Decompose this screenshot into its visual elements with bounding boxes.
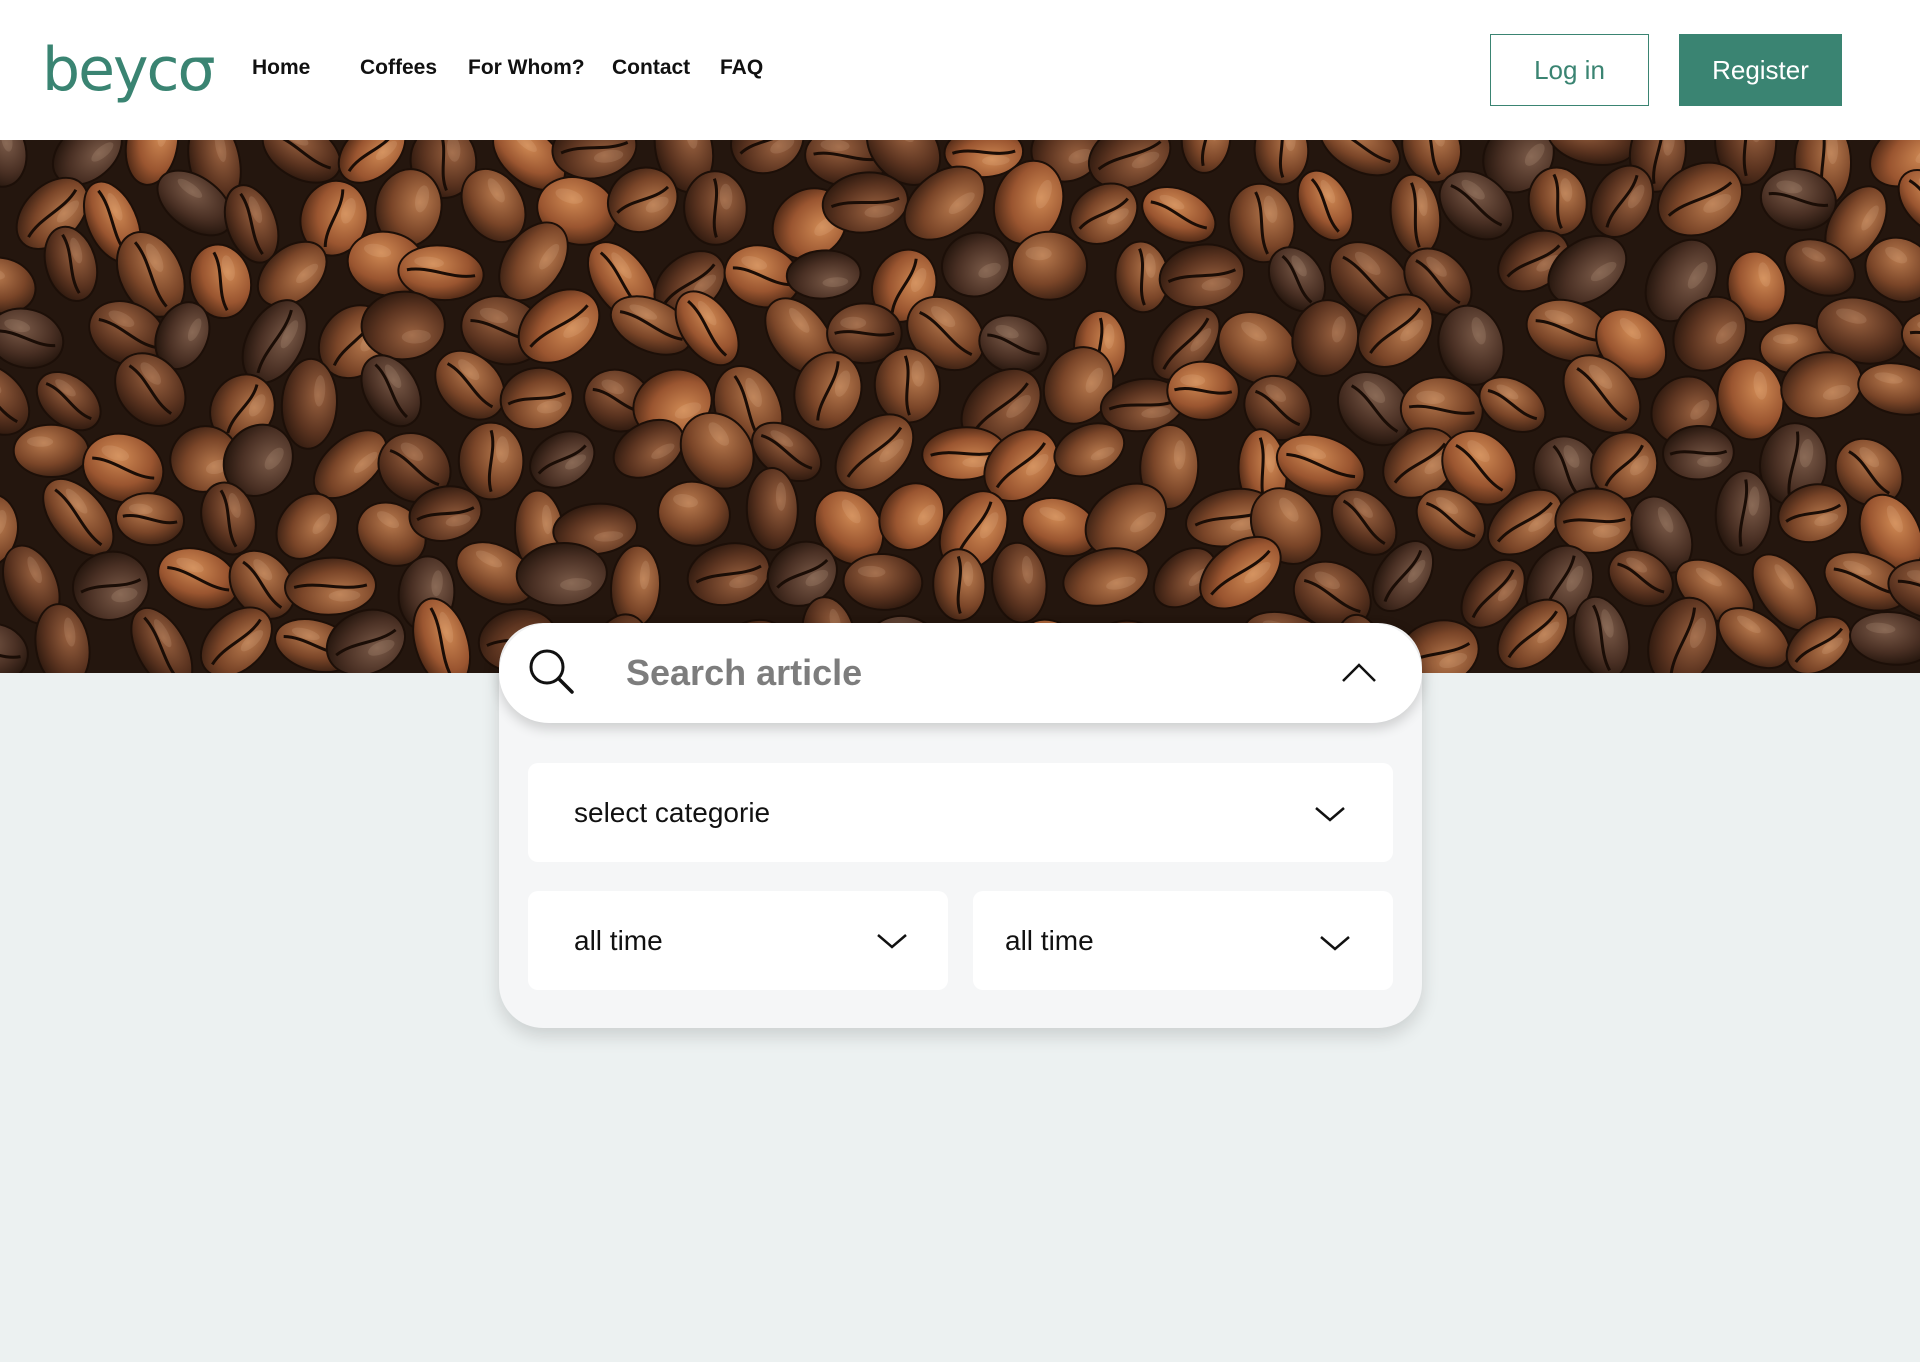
search-input[interactable] <box>624 643 1284 703</box>
chevron-up-icon[interactable] <box>1339 655 1379 691</box>
nav-coffees[interactable]: Coffees <box>360 56 437 80</box>
search-filter-panel: select categorie all time all time <box>499 623 1422 1028</box>
time-to-select[interactable]: all time <box>973 891 1393 990</box>
beyco-logo[interactable]: beycσ <box>42 30 216 110</box>
nav-home[interactable]: Home <box>252 56 310 80</box>
login-button[interactable]: Log in <box>1490 34 1649 106</box>
register-button[interactable]: Register <box>1679 34 1842 106</box>
nav-for-whom[interactable]: For Whom? <box>468 56 585 80</box>
time-to-select-value: all time <box>1005 924 1094 956</box>
nav-contact[interactable]: Contact <box>612 56 690 80</box>
hero-coffee-beans-image <box>0 140 1920 673</box>
nav-faq[interactable]: FAQ <box>720 56 763 80</box>
coffee-beans-illustration <box>0 140 1920 673</box>
site-header: beycσ Home Coffees For Whom? Contact FAQ… <box>0 0 1920 140</box>
chevron-down-icon <box>1315 807 1345 822</box>
category-select-value: select categorie <box>574 796 771 828</box>
search-bar <box>499 623 1422 723</box>
search-icon[interactable] <box>527 647 577 697</box>
time-from-select[interactable]: all time <box>528 891 948 990</box>
chevron-down-icon <box>877 934 907 949</box>
chevron-down-icon <box>1320 936 1350 951</box>
time-from-select-value: all time <box>574 924 663 956</box>
category-select[interactable]: select categorie <box>528 763 1393 862</box>
